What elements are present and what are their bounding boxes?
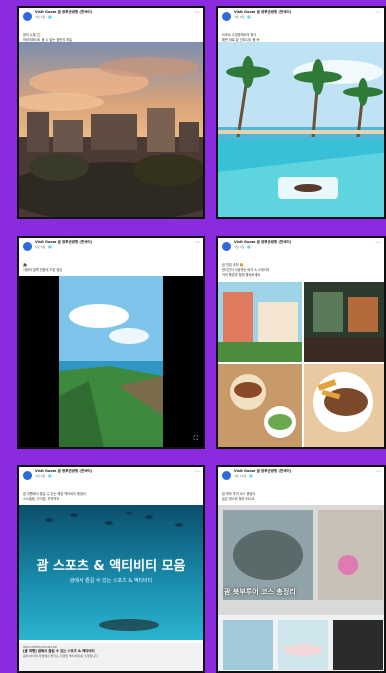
page-avatar[interactable]: [222, 242, 231, 251]
post-card-3[interactable]: Visit Guam 괌 정부관광청 (한국어) 3월 5일 · 🌐 ⋯ 🎥 사…: [17, 236, 205, 449]
page-avatar[interactable]: [23, 12, 32, 21]
page-avatar[interactable]: [222, 471, 231, 480]
page-avatar[interactable]: [23, 471, 32, 480]
post-meta: 3월 7일 · 🌐: [234, 245, 251, 249]
more-options-icon[interactable]: ⋯: [194, 9, 200, 16]
post-text-line: 숨은 명소를 찾아 떠나요: [222, 497, 255, 501]
post-header: Visit Guam 괌 정부관광청 (한국어) 3월 9일 · 🌐 ⋯: [19, 467, 203, 492]
post-meta: 3월 3일 · 🌐: [234, 15, 251, 19]
more-options-icon[interactable]: ⋯: [194, 239, 200, 246]
link-preview[interactable]: WELCOMETOGUAM.KR [괌 여행] 괌에서 즐길 수 있는 스포츠 …: [19, 643, 203, 671]
post-card-6[interactable]: Visit Guam 괌 정부관광청 (한국어) 3월 11일 · 🌐 ⋯ 괌 …: [216, 465, 386, 673]
post-header: Visit Guam 괌 정부관광청 (한국어) 3월 3일 · 🌐 ⋯: [218, 8, 384, 33]
link-description: 괌의 바다와 자연에서 즐기는 다양한 액티비티를 소개합니다: [23, 654, 98, 658]
post-photo-grid[interactable]: [218, 282, 384, 447]
post-card-1[interactable]: Visit Guam 괌 정부관광청 (한국어) 3월 1일 · 🌐 ⋯ 괌의 …: [17, 6, 205, 219]
more-options-icon[interactable]: ⋯: [375, 468, 381, 475]
post-meta: 3월 9일 · 🌐: [35, 474, 52, 478]
post-header: Visit Guam 괌 정부관광청 (한국어) 3월 1일 · 🌐 ⋯: [19, 8, 203, 33]
post-text-line: 거리 풍경과 함께 즐겨보세요: [222, 273, 261, 277]
post-header: Visit Guam 괌 정부관광청 (한국어) 3월 5일 · 🌐 ⋯: [19, 238, 203, 263]
fullscreen-icon[interactable]: ⛶: [194, 435, 198, 443]
post-header: Visit Guam 괌 정부관광청 (한국어) 3월 11일 · 🌐 ⋯: [218, 467, 384, 492]
post-meta: 3월 11일 · 🌐: [234, 474, 253, 478]
post-link-banner[interactable]: 괌 스포츠 & 액티비티 모음 괌에서 즐길 수 있는 스포츠 & 액티비티 W…: [19, 505, 203, 671]
page-avatar[interactable]: [222, 12, 231, 21]
post-article-preview[interactable]: 괌 북부투어 코스 총정리: [218, 505, 384, 671]
post-image-pool[interactable]: [218, 42, 384, 217]
post-card-4[interactable]: Visit Guam 괌 정부관광청 (한국어) 3월 7일 · 🌐 ⋯ 괌 맛…: [216, 236, 386, 449]
post-meta: 3월 5일 · 🌐: [35, 245, 52, 249]
more-options-icon[interactable]: ⋯: [375, 9, 381, 16]
more-options-icon[interactable]: ⋯: [375, 239, 381, 246]
post-card-5[interactable]: Visit Guam 괌 정부관광청 (한국어) 3월 9일 · 🌐 ⋯ 괌 여…: [17, 465, 205, 673]
post-video[interactable]: ⛶: [19, 276, 203, 447]
post-text-line: 스노클링, 다이빙, 카약까지: [23, 497, 60, 501]
post-card-2[interactable]: Visit Guam 괌 정부관광청 (한국어) 3월 3일 · 🌐 ⋯ 리조트…: [216, 6, 386, 219]
post-header: Visit Guam 괌 정부관광청 (한국어) 3월 7일 · 🌐 ⋯: [218, 238, 384, 263]
page-avatar[interactable]: [23, 242, 32, 251]
banner-title: 괌 북부투어 코스 총정리: [224, 588, 296, 596]
banner-subtitle: 괌에서 즐길 수 있는 스포츠 & 액티비티: [69, 578, 153, 584]
banner-title: 괌 스포츠 & 액티비티 모음: [36, 559, 186, 574]
post-image-sunset[interactable]: [19, 42, 203, 217]
post-text-line: 사랑의 절벽 전망대 드론 영상: [23, 268, 63, 272]
more-options-icon[interactable]: ⋯: [194, 468, 200, 475]
post-meta: 3월 1일 · 🌐: [35, 15, 52, 19]
